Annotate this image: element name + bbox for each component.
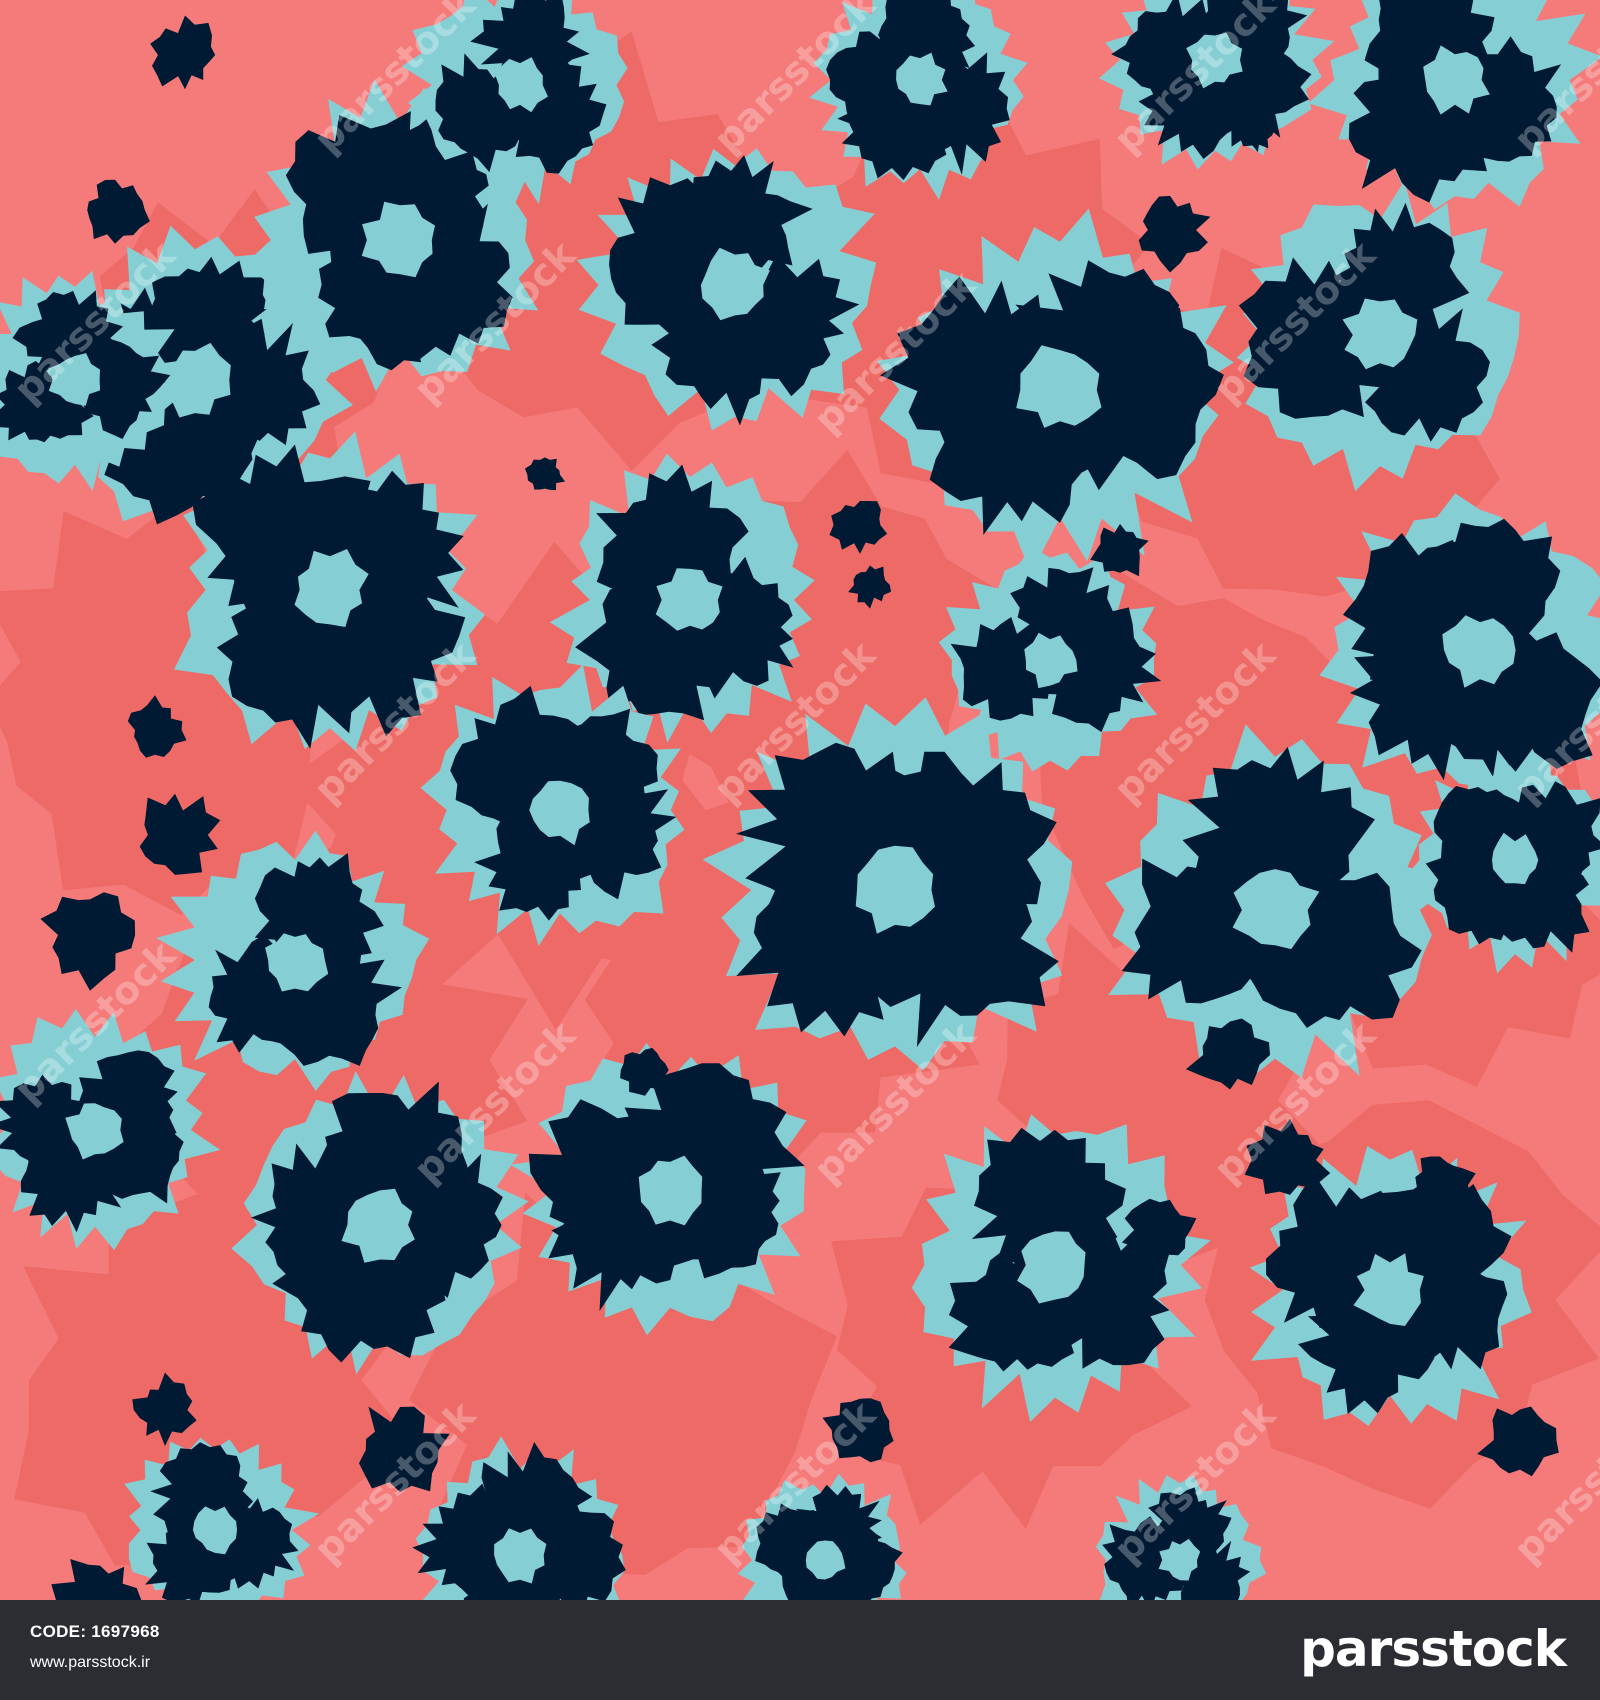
image-code: CODE: 1697968 [30, 1622, 160, 1641]
leopard-pattern-svg [0, 0, 1600, 1600]
leopard-pattern-image [0, 0, 1600, 1600]
brand-logo: parsstock [1300, 1620, 1567, 1678]
site-url: www.parsstock.ir [30, 1654, 151, 1671]
stock-image-preview: parsstock parsstock parsstock parsstock pars… [0, 0, 1600, 1700]
brand-name: parsstock [1300, 1620, 1567, 1678]
stock-footer-bar: CODE: 1697968 www.parsstock.ir parsstock [0, 1600, 1600, 1700]
